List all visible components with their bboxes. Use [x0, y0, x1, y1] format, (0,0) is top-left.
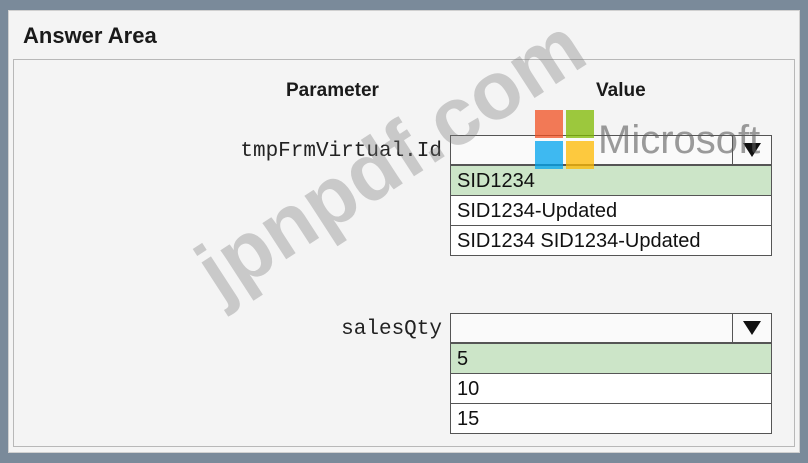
dropdown-option[interactable]: 10 [451, 373, 771, 403]
dropdown-option[interactable]: SID1234 [451, 165, 771, 195]
dropdown-options-list: SID1234 SID1234-Updated SID1234 SID1234-… [450, 165, 772, 256]
dropdown-select-box[interactable] [450, 313, 772, 343]
dropdown-option[interactable]: SID1234 SID1234-Updated [451, 225, 771, 255]
answer-area-title: Answer Area [23, 23, 157, 48]
logo-square [566, 141, 594, 169]
logo-square [535, 141, 563, 169]
logo-square [566, 110, 594, 138]
dropdown-option[interactable]: 5 [451, 343, 771, 373]
value-column-header: Value [596, 80, 646, 101]
dropdown-selected-value [451, 317, 457, 339]
dropdown-toggle-button[interactable] [732, 314, 771, 342]
dropdown-option[interactable]: 15 [451, 403, 771, 433]
parameter-column-header: Parameter [286, 80, 379, 101]
chevron-down-icon [743, 321, 761, 335]
dropdown-options-list: 5 10 15 [450, 343, 772, 434]
microsoft-watermark-text: Microsoft [598, 118, 761, 162]
dropdown-option[interactable]: SID1234-Updated [451, 195, 771, 225]
microsoft-logo-icon [535, 110, 594, 169]
dropdown-salesqty[interactable]: 5 10 15 [450, 313, 772, 434]
parameter-label-salesqty: salesQty [341, 318, 442, 341]
